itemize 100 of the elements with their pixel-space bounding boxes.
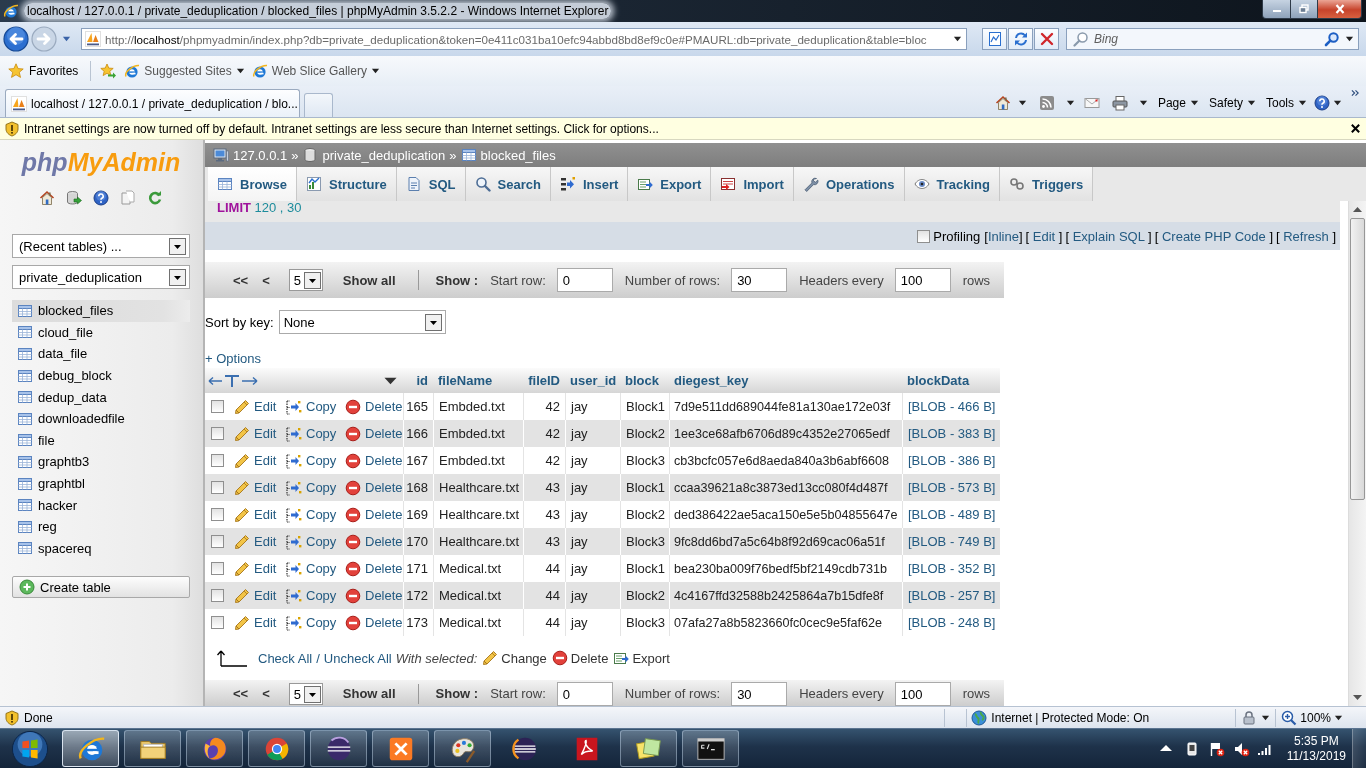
show-all-button[interactable]: Show all [342, 682, 396, 706]
blob-link[interactable]: [BLOB - 248 B] [908, 615, 996, 630]
copy-link[interactable]: Copy [286, 560, 337, 577]
table-list-item[interactable]: downloadedfile [12, 407, 190, 430]
copy-link[interactable]: Copy [286, 479, 337, 496]
tab[interactable]: Import [711, 167, 794, 201]
table-list-item[interactable]: blocked_files [12, 300, 190, 322]
edit-link[interactable]: Edit [234, 533, 277, 550]
recent-tables-dropdown[interactable]: (Recent tables) ... [12, 234, 190, 258]
menu-button[interactable]: Tools [1266, 96, 1307, 110]
uncheck-all-link[interactable]: Uncheck All [323, 650, 392, 666]
page-dropdown[interactable]: 5 [288, 683, 323, 705]
column-header[interactable]: blockData [902, 368, 1000, 393]
start-row-field[interactable]: 0 [556, 268, 613, 292]
search-field[interactable]: Bing [1066, 28, 1359, 50]
reload-icon[interactable] [147, 190, 163, 206]
scrollbar-thumb[interactable] [1350, 218, 1365, 500]
copy-link[interactable]: Copy [286, 587, 337, 604]
caret-icon[interactable] [1333, 100, 1342, 106]
search-icon[interactable] [1324, 31, 1340, 47]
favorites-button[interactable]: Favorites [8, 63, 79, 79]
caret-icon[interactable] [1138, 100, 1148, 106]
query-link[interactable]: [Inline] [984, 228, 1023, 244]
clock-date[interactable]: 11/13/2019 [1286, 748, 1346, 764]
row-checkbox[interactable] [211, 481, 224, 494]
tab[interactable]: Search [465, 167, 551, 201]
delete-link[interactable]: Delete [345, 587, 403, 604]
database-dropdown[interactable]: private_deduplication [12, 265, 190, 289]
home-icon[interactable] [994, 95, 1011, 111]
taskbar-button[interactable] [372, 730, 429, 767]
copy-link[interactable]: Copy [286, 506, 337, 523]
edit-link[interactable]: Edit [234, 506, 277, 523]
table-list-item[interactable]: hacker [12, 494, 190, 516]
tab[interactable]: SQL [396, 167, 466, 201]
edit-link[interactable]: Edit [234, 398, 277, 415]
create-table-button[interactable]: Create table [12, 576, 190, 599]
delete-link[interactable]: Delete [345, 560, 403, 577]
taskbar-button[interactable] [186, 730, 243, 767]
menu-button[interactable]: Safety [1208, 96, 1256, 110]
check-all-link[interactable]: Check All [258, 650, 313, 666]
edit-link[interactable]: Edit [234, 560, 277, 577]
row-checkbox[interactable] [211, 400, 224, 413]
table-list-item[interactable]: dedup_data [12, 386, 190, 408]
start-orb-icon[interactable] [11, 729, 49, 768]
blob-link[interactable]: [BLOB - 257 B] [908, 588, 996, 603]
favorites-link[interactable]: Suggested Sites [124, 63, 245, 79]
column-header[interactable]: fileID [523, 368, 565, 393]
headers-field[interactable]: 100 [894, 682, 951, 706]
edit-link[interactable]: Edit [234, 587, 277, 604]
edit-link[interactable]: Edit [234, 614, 277, 631]
blob-link[interactable]: [BLOB - 466 B] [908, 399, 996, 414]
minimize-button[interactable] [1262, 0, 1291, 19]
row-checkbox[interactable] [211, 454, 224, 467]
tab[interactable]: Export [628, 167, 712, 201]
tab[interactable]: Triggers [1000, 167, 1094, 201]
copy-link[interactable]: Copy [286, 533, 337, 550]
breadcrumb-link[interactable]: blocked_files [460, 147, 556, 163]
refresh-button[interactable] [1008, 28, 1033, 50]
caret-icon[interactable] [1017, 100, 1027, 106]
table-list-item[interactable]: graphtbl [12, 472, 190, 495]
clock-time[interactable]: 5:35 PM [1294, 733, 1339, 749]
table-list-item[interactable]: debug_block [12, 364, 190, 387]
stop-button[interactable] [1034, 28, 1059, 50]
previous-page-button[interactable]: < [262, 272, 270, 288]
table-list-item[interactable]: reg [12, 515, 190, 538]
information-bar[interactable]: Intranet settings are now turned off by default. Intranet settings are less secure than Internet settings. Click for options... [0, 118, 1366, 140]
row-checkbox[interactable] [211, 427, 224, 440]
delete-link[interactable]: Delete [345, 452, 403, 469]
delete-link[interactable]: Delete [345, 398, 403, 415]
first-page-button[interactable]: << [233, 272, 249, 288]
edit-link[interactable]: Edit [234, 425, 277, 442]
edit-link[interactable]: Edit [234, 479, 277, 496]
tab[interactable]: Structure [296, 167, 397, 201]
delete-button[interactable]: Delete [551, 650, 609, 666]
row-checkbox[interactable] [211, 589, 224, 602]
tab[interactable]: Operations [793, 167, 905, 201]
blob-link[interactable]: [BLOB - 383 B] [908, 426, 996, 441]
caret-icon[interactable] [953, 36, 962, 42]
taskbar-button[interactable] [682, 730, 739, 767]
close-icon[interactable] [1350, 123, 1361, 134]
back-icon[interactable] [3, 26, 29, 52]
edit-link[interactable]: Edit [234, 452, 277, 469]
query-link[interactable]: [ Edit ] [1025, 228, 1063, 244]
column-header[interactable]: fileName [433, 368, 523, 393]
taskbar-button[interactable] [434, 730, 491, 767]
delete-link[interactable]: Delete [345, 533, 403, 550]
row-checkbox[interactable] [211, 616, 224, 629]
tab[interactable]: Insert [550, 167, 629, 201]
blob-link[interactable]: [BLOB - 489 B] [908, 507, 996, 522]
copy-link[interactable]: Copy [286, 425, 337, 442]
table-list-item[interactable]: graphtb3 [12, 451, 190, 473]
menu-button[interactable]: Page [1157, 96, 1199, 110]
breadcrumb-link[interactable]: private_deduplication [302, 147, 446, 163]
taskbar-button[interactable] [310, 730, 367, 767]
zoom-button[interactable]: 100% [1276, 708, 1348, 727]
star-arrow-icon[interactable] [99, 63, 118, 79]
taskbar-button[interactable] [620, 730, 677, 767]
delete-link[interactable]: Delete [345, 614, 403, 631]
row-count-field[interactable]: 30 [731, 268, 788, 292]
copy-link[interactable]: Copy [286, 614, 337, 631]
